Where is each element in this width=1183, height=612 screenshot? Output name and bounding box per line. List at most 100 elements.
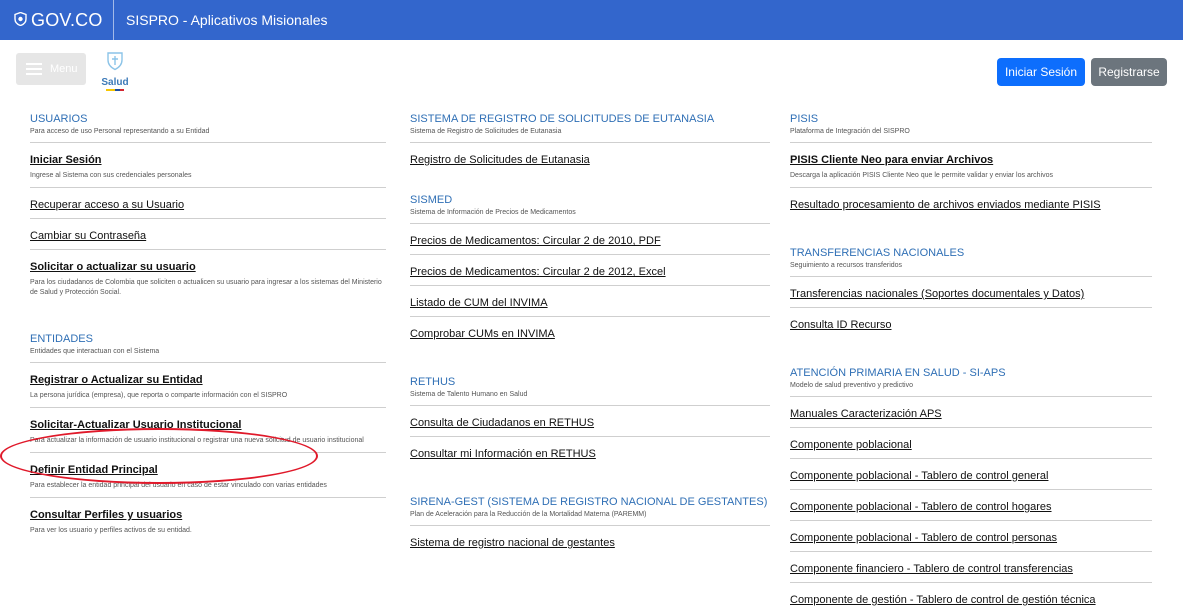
divider <box>30 218 386 219</box>
list-item: Registro de Solicitudes de Eutanasia <box>410 153 770 167</box>
divider <box>790 520 1152 521</box>
link-manuales-aps[interactable]: Manuales Caracterización APS <box>790 407 1152 421</box>
link-entidad-principal[interactable]: Definir Entidad Principal <box>30 463 386 477</box>
link-tablero-personas[interactable]: Componente poblacional - Tablero de cont… <box>790 531 1152 545</box>
list-item: Consulta ID Recurso <box>790 318 1152 332</box>
link-tablero-hogares[interactable]: Componente poblacional - Tablero de cont… <box>790 500 1152 514</box>
divider <box>790 396 1152 397</box>
divider <box>790 307 1152 308</box>
divider <box>410 254 770 255</box>
link-registro-eutanasia[interactable]: Registro de Solicitudes de Eutanasia <box>410 153 770 167</box>
divider <box>790 187 1152 188</box>
divider <box>790 276 1152 277</box>
login-button[interactable]: Iniciar Sesión <box>997 58 1085 86</box>
link-registro-gestantes[interactable]: Sistema de registro nacional de gestante… <box>410 536 770 550</box>
link-resultado-pisis[interactable]: Resultado procesamiento de archivos envi… <box>790 198 1152 212</box>
section-title-aps: ATENCIÓN PRIMARIA EN SALUD - SI-APS <box>790 367 1006 379</box>
divider <box>790 551 1152 552</box>
section-aps: ATENCIÓN PRIMARIA EN SALUD - SI-APS Mode… <box>790 366 1152 607</box>
list-item: Componente poblacional - Tablero de cont… <box>790 531 1152 552</box>
link-iniciar-sesion[interactable]: Iniciar Sesión <box>30 153 386 167</box>
column-usuarios-entidades: USUARIOS Para acceso de uso Personal rep… <box>30 112 386 536</box>
list-item: Componente de gestión - Tablero de contr… <box>790 593 1152 607</box>
divider <box>410 223 770 224</box>
link-precios-2012[interactable]: Precios de Medicamentos: Circular 2 de 2… <box>410 265 770 279</box>
divider <box>30 249 386 250</box>
desc-solicitar-usuario: Para los ciudadanos de Colombia que soli… <box>30 279 382 296</box>
list-item: Consultar mi Información en RETHUS <box>410 447 770 461</box>
section-subtitle-sismed: Sistema de Información de Precios de Med… <box>410 209 576 216</box>
link-consultar-perfiles[interactable]: Consultar Perfiles y usuarios <box>30 508 386 522</box>
link-consulta-id-recurso[interactable]: Consulta ID Recurso <box>790 318 1152 332</box>
link-componente-poblacional[interactable]: Componente poblacional <box>790 438 1152 452</box>
divider <box>410 436 770 437</box>
divider <box>30 362 386 363</box>
section-sirena: SIRENA-GEST (SISTEMA DE REGISTRO NACIONA… <box>410 495 770 550</box>
link-tablero-transferencias[interactable]: Componente financiero - Tablero de contr… <box>790 562 1152 576</box>
link-comprobar-cums[interactable]: Comprobar CUMs en INVIMA <box>410 327 770 341</box>
hamburger-icon <box>26 63 42 75</box>
divider <box>30 142 386 143</box>
list-item-iniciar-sesion: Iniciar Sesión Ingrese al Sistema con su… <box>30 153 386 188</box>
gov-co-logo[interactable]: GOV.CO <box>0 0 113 40</box>
section-subtitle-entidades: Entidades que interactuan con el Sistema <box>30 348 160 355</box>
list-item: Resultado procesamiento de archivos envi… <box>790 198 1152 212</box>
salud-logo[interactable]: Salud <box>97 51 133 91</box>
shield-icon <box>14 10 27 31</box>
link-recuperar-acceso[interactable]: Recuperar acceso a su Usuario <box>30 198 386 212</box>
link-pisis-cliente-neo[interactable]: PISIS Cliente Neo para enviar Archivos <box>790 153 1152 167</box>
list-item: Listado de CUM del INVIMA <box>410 296 770 317</box>
section-subtitle-pisis: Plataforma de Integración del SISPRO <box>790 128 910 135</box>
list-item-usuario-institucional: Solicitar-Actualizar Usuario Institucion… <box>30 418 386 453</box>
salud-label: Salud <box>101 77 129 88</box>
column-eutanasia-sismed-rethus: SISTEMA DE REGISTRO DE SOLICITUDES DE EU… <box>410 112 770 550</box>
colombia-flag-strip <box>106 89 124 91</box>
section-sismed: SISMED Sistema de Información de Precios… <box>410 193 770 341</box>
list-item-cambiar-contrasena: Cambiar su Contraseña <box>30 229 386 250</box>
divider <box>410 142 770 143</box>
link-listado-cum[interactable]: Listado de CUM del INVIMA <box>410 296 770 310</box>
divider <box>790 427 1152 428</box>
link-solicitar-usuario[interactable]: Solicitar o actualizar su usuario <box>30 260 386 274</box>
section-transferencias: TRANSFERENCIAS NACIONALES Seguimiento a … <box>790 246 1152 332</box>
register-button[interactable]: Registrarse <box>1091 58 1167 86</box>
section-rethus: RETHUS Sistema de Talento Humano en Salu… <box>410 375 770 461</box>
list-item: Sistema de registro nacional de gestante… <box>410 536 770 550</box>
list-item-pisis-cliente: PISIS Cliente Neo para enviar Archivos D… <box>790 153 1152 188</box>
link-mi-informacion-rethus[interactable]: Consultar mi Información en RETHUS <box>410 447 770 461</box>
app-title: SISPRO - Aplicativos Misionales <box>126 12 328 28</box>
list-item-solicitar-usuario: Solicitar o actualizar su usuario Para l… <box>30 260 386 298</box>
section-subtitle-sirena: Plan de Aceleración para la Reducción de… <box>410 511 647 518</box>
list-item-recuperar-acceso: Recuperar acceso a su Usuario <box>30 198 386 219</box>
divider <box>410 285 770 286</box>
list-item: Comprobar CUMs en INVIMA <box>410 327 770 341</box>
divider <box>30 187 386 188</box>
menu-button[interactable]: Menu <box>16 53 86 85</box>
link-usuario-institucional[interactable]: Solicitar-Actualizar Usuario Institucion… <box>30 418 386 432</box>
divider <box>790 582 1152 583</box>
divider <box>410 405 770 406</box>
divider <box>30 497 386 498</box>
list-item-registrar-entidad: Registrar o Actualizar su Entidad La per… <box>30 373 386 408</box>
menu-label: Menu <box>50 63 78 75</box>
link-precios-2010[interactable]: Precios de Medicamentos: Circular 2 de 2… <box>410 234 770 248</box>
section-title-sirena: SIRENA-GEST (SISTEMA DE REGISTRO NACIONA… <box>410 496 768 508</box>
link-transferencias-nacionales[interactable]: Transferencias nacionales (Soportes docu… <box>790 287 1152 301</box>
link-tablero-gestion-tecnica[interactable]: Componente de gestión - Tablero de contr… <box>790 593 1152 607</box>
section-title-rethus: RETHUS <box>410 376 456 388</box>
section-title-sismed: SISMED <box>410 194 453 206</box>
link-tablero-general[interactable]: Componente poblacional - Tablero de cont… <box>790 469 1152 483</box>
desc-iniciar-sesion: Ingrese al Sistema con sus credenciales … <box>30 172 192 179</box>
section-title-usuarios: USUARIOS <box>30 113 88 125</box>
desc-pisis-cliente-neo: Descarga la aplicación PISIS Cliente Neo… <box>790 172 1054 179</box>
list-item: Componente financiero - Tablero de contr… <box>790 562 1152 583</box>
link-cambiar-contrasena[interactable]: Cambiar su Contraseña <box>30 229 386 243</box>
link-registrar-entidad[interactable]: Registrar o Actualizar su Entidad <box>30 373 386 387</box>
divider <box>790 489 1152 490</box>
link-consulta-ciudadanos-rethus[interactable]: Consulta de Ciudadanos en RETHUS <box>410 416 770 430</box>
section-subtitle-usuarios: Para acceso de uso Personal representand… <box>30 128 210 135</box>
section-title-entidades: ENTIDADES <box>30 333 93 345</box>
section-subtitle-eutanasia: Sistema de Registro de Solicitudes de Eu… <box>410 128 562 135</box>
desc-consultar-perfiles: Para ver los usuario y perfiles activos … <box>30 527 192 534</box>
section-title-pisis: PISIS <box>790 113 819 125</box>
